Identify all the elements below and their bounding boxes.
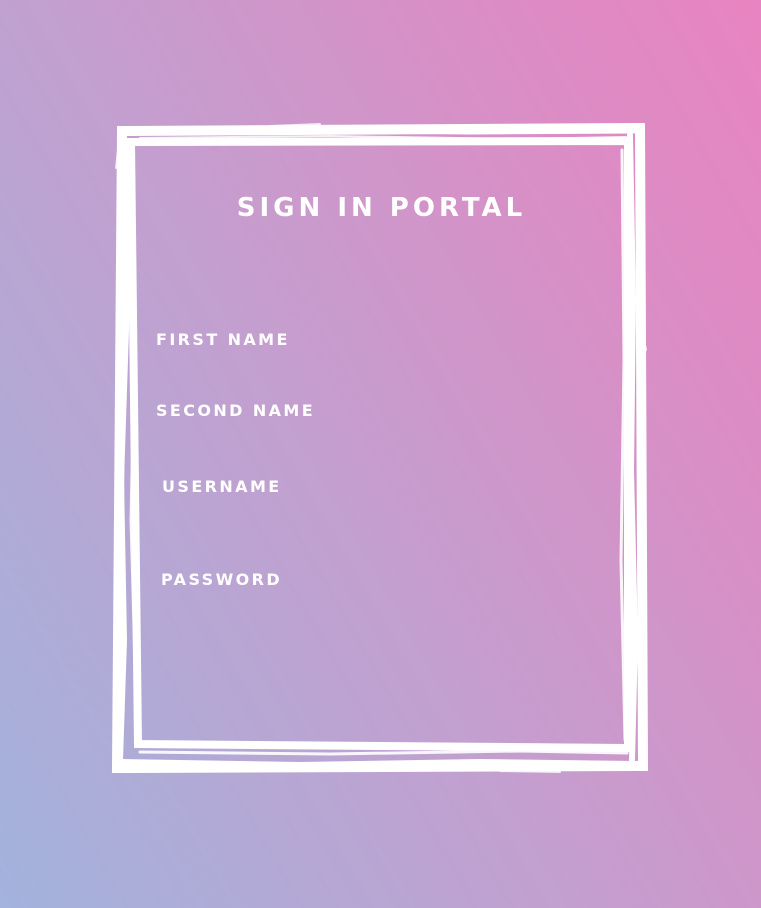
second-name-label: SECOND NAME [156,401,316,420]
first-name-field[interactable]: FIRST NAME [150,318,620,362]
page-title: SIGN IN PORTAL [236,193,527,223]
username-field[interactable]: USERNAME [156,465,626,509]
username-label: USERNAME [162,477,282,496]
password-field[interactable]: PASSWORD [155,558,625,602]
brush-frame [111,122,649,774]
second-name-field[interactable]: SECOND NAME [150,389,620,433]
first-name-label: FIRST NAME [156,330,290,349]
password-label: PASSWORD [161,570,283,589]
